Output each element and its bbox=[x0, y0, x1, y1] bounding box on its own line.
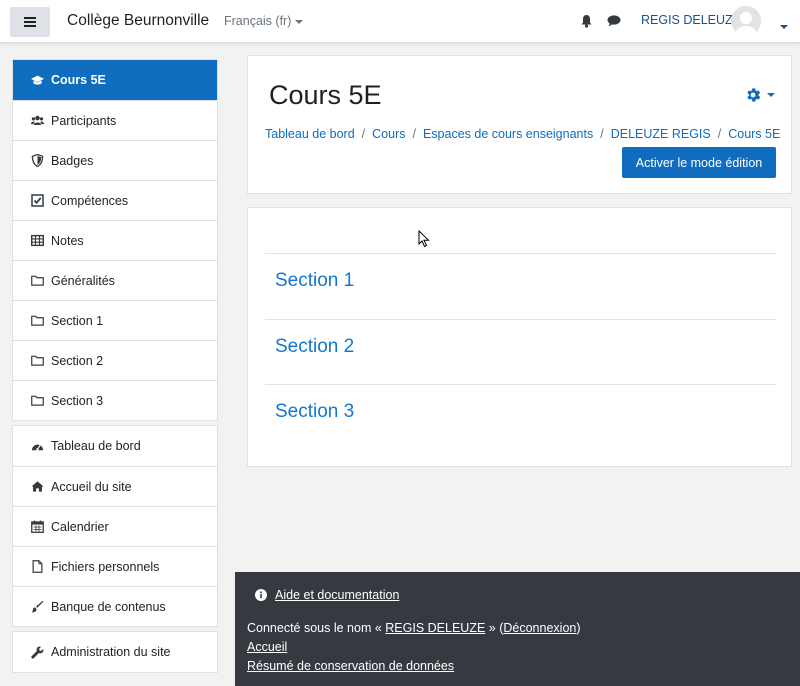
drawer-toggle-button[interactable] bbox=[10, 7, 50, 37]
edit-mode-button[interactable]: Activer le mode édition bbox=[622, 147, 776, 178]
page-title: Cours 5E bbox=[269, 80, 382, 110]
profile-link[interactable]: REGIS DELEUZE bbox=[385, 621, 485, 635]
breadcrumb-separator: / bbox=[412, 127, 416, 141]
folder-icon bbox=[31, 315, 44, 326]
nav-item-section-2[interactable]: Section 2 bbox=[13, 340, 217, 380]
page-header: Cours 5E Tableau de bord / Cours / Espaces d… bbox=[247, 55, 792, 194]
nav-item-label: Participants bbox=[51, 113, 117, 128]
user-avatar-icon bbox=[731, 6, 761, 36]
course-actions-menu[interactable] bbox=[744, 86, 775, 104]
course-content: Section 1 Section 2 Section 3 bbox=[247, 207, 792, 467]
chevron-down-icon bbox=[780, 24, 788, 29]
site-nav-group: Tableau de bord Accueil du site Calendri… bbox=[12, 425, 218, 627]
mouse-cursor-icon bbox=[418, 230, 430, 248]
breadcrumb-teacher-spaces[interactable]: Espaces de cours enseignants bbox=[423, 127, 593, 141]
nav-item-label: Badges bbox=[51, 153, 94, 168]
nav-item-label: Cours 5E bbox=[51, 73, 106, 87]
language-menu[interactable]: Français (fr) bbox=[224, 14, 304, 28]
info-icon bbox=[255, 589, 267, 601]
section-title-link[interactable]: Section 3 bbox=[275, 401, 354, 423]
nav-item-site-admin[interactable]: Administration du site bbox=[13, 632, 217, 672]
course-section-3: Section 3 bbox=[265, 384, 776, 450]
nav-item-generalites[interactable]: Généralités bbox=[13, 260, 217, 300]
footer-home-link[interactable]: Accueil bbox=[247, 640, 287, 654]
breadcrumb-separator: / bbox=[717, 127, 722, 141]
hamburger-icon bbox=[24, 17, 36, 27]
breadcrumb-courses[interactable]: Cours bbox=[372, 127, 405, 141]
chevron-down-icon bbox=[767, 93, 775, 97]
nav-item-label: Généralités bbox=[51, 273, 115, 288]
course-section-1: Section 1 bbox=[265, 253, 776, 319]
nav-item-calendar[interactable]: Calendrier bbox=[13, 506, 217, 546]
help-row: Aide et documentation bbox=[255, 588, 399, 602]
users-icon bbox=[31, 115, 44, 125]
section-title-link[interactable]: Section 2 bbox=[275, 336, 354, 358]
nav-item-label: Calendrier bbox=[51, 519, 109, 534]
nav-item-label: Administration du site bbox=[51, 645, 171, 659]
page-footer: Aide et documentation Connecté sous le n… bbox=[235, 572, 800, 686]
paint-brush-icon bbox=[31, 600, 44, 613]
top-navbar: Collège Beurnonville Français (fr) REGIS… bbox=[0, 0, 800, 43]
nav-item-label: Accueil du site bbox=[51, 479, 132, 494]
nav-item-label: Section 3 bbox=[51, 393, 104, 408]
calendar-icon bbox=[31, 520, 44, 533]
nav-item-label: Banque de contenus bbox=[51, 599, 166, 614]
nav-item-label: Section 1 bbox=[51, 313, 104, 328]
breadcrumb-dashboard[interactable]: Tableau de bord bbox=[265, 127, 355, 141]
folder-icon bbox=[31, 355, 44, 366]
help-docs-link[interactable]: Aide et documentation bbox=[275, 588, 399, 602]
user-menu-name[interactable]: REGIS DELEUZE bbox=[641, 13, 741, 27]
folder-icon bbox=[31, 395, 44, 406]
nav-item-label: Notes bbox=[51, 233, 84, 248]
home-icon bbox=[31, 481, 44, 492]
checkbox-icon bbox=[31, 194, 44, 207]
nav-item-participants[interactable]: Participants bbox=[13, 100, 217, 140]
breadcrumb-separator: / bbox=[361, 127, 366, 141]
breadcrumb: Tableau de bord / Cours / Espaces de cours e… bbox=[265, 127, 780, 141]
login-prefix-text: Connecté sous le nom « bbox=[247, 621, 386, 635]
login-middle-text: » ( bbox=[485, 621, 504, 635]
nav-item-site-home[interactable]: Accueil du site bbox=[13, 466, 217, 506]
gear-icon bbox=[747, 88, 761, 102]
nav-item-notes[interactable]: Notes bbox=[13, 220, 217, 260]
breadcrumb-separator: / bbox=[600, 127, 604, 141]
section-title-link[interactable]: Section 1 bbox=[275, 270, 354, 292]
nav-item-label: Fichiers personnels bbox=[51, 559, 160, 574]
nav-item-section-3[interactable]: Section 3 bbox=[13, 380, 217, 420]
breadcrumb-course[interactable]: Cours 5E bbox=[728, 127, 780, 141]
nav-drawer: Cours 5E Participants Badges Compétences… bbox=[12, 59, 218, 673]
login-suffix-text: ) bbox=[576, 621, 581, 635]
wrench-icon bbox=[31, 645, 44, 659]
nav-item-competences[interactable]: Compétences bbox=[13, 180, 217, 220]
nav-item-badges[interactable]: Badges bbox=[13, 140, 217, 180]
user-menu-caret[interactable] bbox=[776, 18, 788, 33]
nav-item-content-bank[interactable]: Banque de contenus bbox=[13, 586, 217, 626]
folder-icon bbox=[31, 275, 44, 286]
nav-item-section-1[interactable]: Section 1 bbox=[13, 300, 217, 340]
nav-item-dashboard[interactable]: Tableau de bord bbox=[13, 426, 217, 466]
data-retention-link[interactable]: Résumé de conservation de données bbox=[247, 659, 454, 673]
course-section-2: Section 2 bbox=[265, 319, 776, 385]
bell-icon[interactable] bbox=[580, 14, 593, 28]
login-info: Connecté sous le nom « REGIS DELEUZE » (… bbox=[247, 621, 581, 635]
site-name-link[interactable]: Collège Beurnonville bbox=[67, 12, 209, 30]
graduation-cap-icon bbox=[31, 75, 44, 85]
shield-icon bbox=[31, 154, 44, 167]
language-label: Français (fr) bbox=[224, 14, 292, 28]
nav-item-label: Tableau de bord bbox=[51, 439, 141, 453]
table-icon bbox=[31, 234, 44, 247]
file-icon bbox=[32, 560, 43, 573]
chevron-down-icon bbox=[295, 19, 304, 24]
dashboard-icon bbox=[31, 444, 44, 450]
course-nav-group: Cours 5E Participants Badges Compétences… bbox=[12, 59, 218, 421]
nav-item-private-files[interactable]: Fichiers personnels bbox=[13, 546, 217, 586]
admin-nav-group: Administration du site bbox=[12, 631, 218, 673]
logout-link[interactable]: Déconnexion bbox=[503, 621, 576, 635]
nav-item-course-home[interactable]: Cours 5E bbox=[13, 60, 217, 100]
breadcrumb-category[interactable]: DELEUZE REGIS bbox=[611, 127, 711, 141]
nav-item-label: Compétences bbox=[51, 193, 129, 208]
avatar[interactable] bbox=[731, 6, 761, 36]
nav-item-label: Section 2 bbox=[51, 353, 104, 368]
chat-icon[interactable] bbox=[607, 15, 621, 27]
